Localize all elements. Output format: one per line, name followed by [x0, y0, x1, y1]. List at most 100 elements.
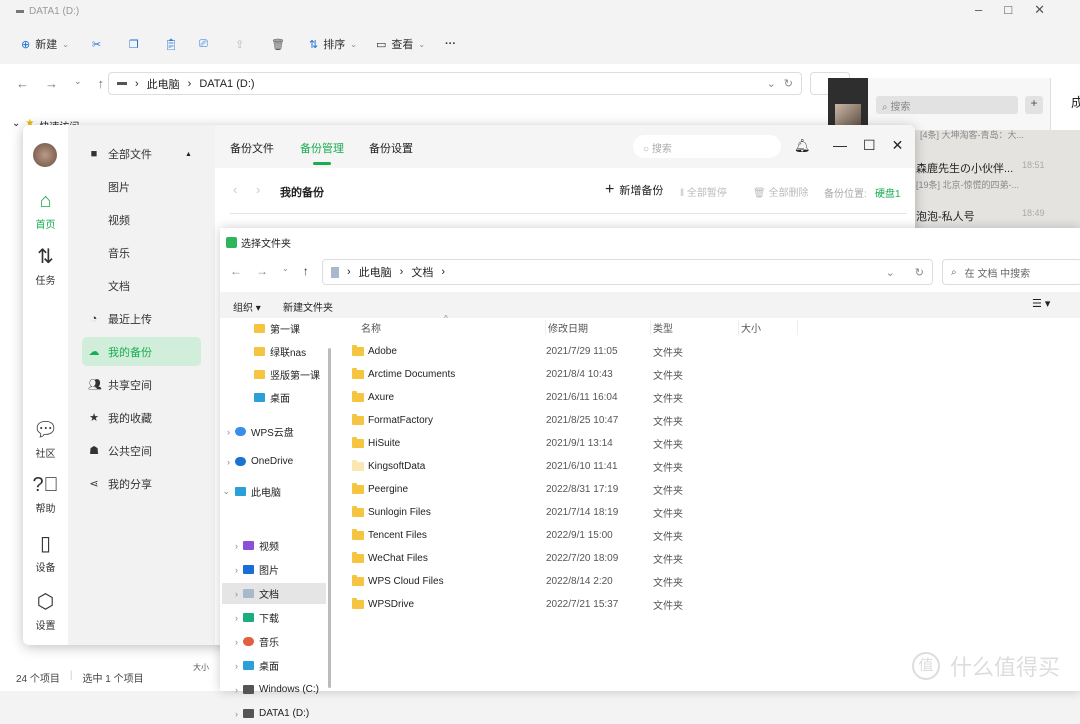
refresh-icon[interactable]: ↻ — [915, 266, 924, 279]
address-bar[interactable]: › 此电脑 › DATA1 (D:) ⌄ ↻ — [108, 72, 802, 95]
tree-item[interactable]: › 音乐 — [222, 631, 326, 652]
maximize-button[interactable]: ☐ — [863, 137, 876, 154]
up-button[interactable]: ↑ — [98, 76, 105, 91]
tree-item[interactable]: › 桌面 — [222, 655, 326, 676]
backup-search-input[interactable]: ○ 搜索 — [633, 135, 781, 158]
recent-button[interactable]: ⌄ — [74, 76, 82, 91]
back-button[interactable]: ‹ — [233, 182, 237, 197]
recent-button[interactable]: ⌄ — [282, 264, 289, 278]
column-header-size[interactable]: 大小 — [738, 320, 798, 335]
cut-icon[interactable]: ✂ — [92, 35, 101, 53]
add-backup-button[interactable]: + 新增备份 — [605, 181, 663, 199]
tree-item[interactable]: › WPS云盘 — [222, 421, 326, 442]
minimize-button[interactable]: — — [833, 137, 847, 154]
tree-item[interactable]: › DATA1 (D:) — [222, 703, 326, 724]
tree-item[interactable]: › 图片 — [222, 559, 326, 580]
tree-item[interactable]: ⌄ 此电脑 — [222, 481, 326, 502]
paste-icon[interactable]: 📋︎ — [164, 35, 178, 53]
file-row[interactable]: Adobe 2021/7/29 11:05 文件夹 — [352, 340, 872, 362]
more-button[interactable]: ··· — [445, 35, 456, 53]
avatar[interactable] — [33, 143, 57, 167]
chat-name[interactable]: 泡泡-私人号 — [916, 208, 975, 224]
new-button[interactable]: ⊕ 新建 ⌄ — [21, 35, 69, 53]
file-row[interactable]: Arctime Documents 2021/8/4 10:43 文件夹 — [352, 363, 872, 385]
delete-all-button[interactable]: 🗑︎ 全部删除 — [753, 184, 808, 199]
tree-item[interactable]: 桌面 — [222, 387, 326, 408]
file-row[interactable]: Peergine 2022/8/31 17:19 文件夹 — [352, 478, 872, 500]
tab[interactable]: 备份文件 — [230, 140, 274, 156]
tree-item[interactable]: 第一课 — [222, 318, 326, 339]
nav-item[interactable]: 文档 — [82, 271, 201, 300]
pause-all-button[interactable]: ‖ 全部暂停 — [680, 184, 727, 199]
back-button[interactable]: ← — [16, 76, 29, 91]
delete-icon[interactable]: 🗑︎ — [271, 35, 285, 53]
rail-device[interactable]: ▯ 设备 — [23, 531, 68, 574]
nav-item[interactable]: ■ 全部文件 — [82, 139, 201, 168]
breadcrumb-item[interactable]: 此电脑 — [147, 76, 180, 92]
address-bar[interactable]: › 此电脑 › 文档 › ⌄ ↻ — [322, 259, 933, 285]
wechat-search-input[interactable]: ⌕ 搜索 — [876, 96, 1018, 114]
column-header-type[interactable]: 类型 — [650, 320, 673, 335]
rename-icon[interactable]: ⎚ — [199, 35, 208, 53]
bell-icon[interactable]: 🔔︎ — [794, 138, 811, 154]
nav-item[interactable]: 视频 — [82, 205, 201, 234]
add-button[interactable]: + — [1025, 96, 1043, 114]
tree-item[interactable]: › Windows (C:) — [222, 679, 326, 700]
view-options-button[interactable]: ☰ ▾ — [1032, 297, 1050, 310]
organize-button[interactable]: 组织 ▾ — [233, 299, 261, 314]
tree-item[interactable]: 竖版第一课 — [222, 364, 326, 385]
forward-button[interactable]: → — [45, 76, 58, 91]
rail-chat[interactable]: 💬︎ 社区 — [23, 417, 68, 460]
backup-location-link[interactable]: 硬盘1 — [875, 185, 901, 200]
tree-item[interactable]: › OneDrive — [222, 451, 326, 472]
nav-item[interactable]: 图片 — [82, 172, 201, 201]
back-button[interactable]: ← — [230, 264, 242, 278]
rail-home[interactable]: ⌂ 首页 — [23, 190, 68, 231]
up-button[interactable]: ↑ — [303, 264, 309, 278]
nav-item[interactable]: ☗ 公共空间 — [82, 436, 201, 465]
file-row[interactable]: Axure 2021/6/11 16:04 文件夹 — [352, 386, 872, 408]
search-input[interactable]: ⌕ 在 文档 中搜索 — [942, 259, 1080, 285]
file-row[interactable]: FormatFactory 2021/8/25 10:47 文件夹 — [352, 409, 872, 431]
refresh-icon[interactable]: ↻ — [784, 77, 793, 90]
file-row[interactable]: Tencent Files 2022/9/1 15:00 文件夹 — [352, 524, 872, 546]
share-icon[interactable]: ⇪ — [235, 35, 244, 53]
nav-item[interactable]: 👥︎ 共享空间 — [82, 370, 201, 399]
maximize-button[interactable]: □ — [1004, 2, 1012, 18]
column-header-name[interactable]: 名称 — [361, 320, 381, 335]
new-folder-button[interactable]: 新建文件夹 — [283, 299, 333, 314]
forward-button[interactable]: → — [256, 264, 268, 278]
breadcrumb-item[interactable]: 文档 — [411, 264, 433, 280]
nav-item[interactable]: ☁ 我的备份 — [82, 337, 201, 366]
sort-button[interactable]: ⇅ 排序 ⌄ — [309, 35, 357, 53]
minimize-button[interactable]: – — [975, 2, 982, 18]
file-row[interactable]: HiSuite 2021/9/1 13:14 文件夹 — [352, 432, 872, 454]
chevron-down-icon[interactable]: ⌄ — [886, 266, 895, 279]
chat-preview[interactable]: [4条] 大坤淘客-青岛：大... — [920, 128, 1024, 141]
close-button[interactable]: ✕ — [1034, 2, 1045, 18]
collapse-icon[interactable]: ▲ — [185, 151, 192, 158]
forward-button[interactable]: › — [256, 182, 260, 197]
nav-item[interactable]: 音乐 — [82, 238, 201, 267]
rail-settings[interactable]: ⬡ 设置 — [23, 589, 68, 632]
file-row[interactable]: KingsoftData 2021/6/10 11:41 文件夹 — [352, 455, 872, 477]
nav-item[interactable]: ★ 我的收藏 — [82, 403, 201, 432]
tree-item[interactable]: 绿联nas — [222, 341, 326, 362]
chevron-down-icon[interactable]: ⌄ — [767, 77, 776, 90]
file-row[interactable]: WeChat Files 2022/7/20 18:09 文件夹 — [352, 547, 872, 569]
column-header-date[interactable]: 修改日期 — [545, 320, 588, 335]
rail-transfer[interactable]: ⇅ 任务 — [23, 244, 68, 287]
rail-help[interactable]: ?⃝ 帮助 — [23, 474, 68, 515]
copy-icon[interactable]: ❐ — [129, 35, 139, 53]
chat-name[interactable]: 森鹿先生の小伙伴... — [916, 160, 1013, 176]
nav-item[interactable]: ⋖ 我的分享 — [82, 469, 201, 498]
tab[interactable]: 备份管理 — [300, 140, 344, 165]
scrollbar[interactable] — [328, 348, 331, 688]
file-row[interactable]: WPS Cloud Files 2022/8/14 2:20 文件夹 — [352, 570, 872, 592]
tree-item[interactable]: › 文档 — [222, 583, 326, 604]
file-row[interactable]: WPSDrive 2022/7/21 15:37 文件夹 — [352, 593, 872, 615]
file-row[interactable]: Sunlogin Files 2021/7/14 18:19 文件夹 — [352, 501, 872, 523]
tree-item[interactable]: › 下载 — [222, 607, 326, 628]
tab[interactable]: 备份设置 — [369, 140, 413, 156]
chat-preview[interactable]: [19条] 北京-惊慌的四弟-... — [916, 178, 1019, 191]
